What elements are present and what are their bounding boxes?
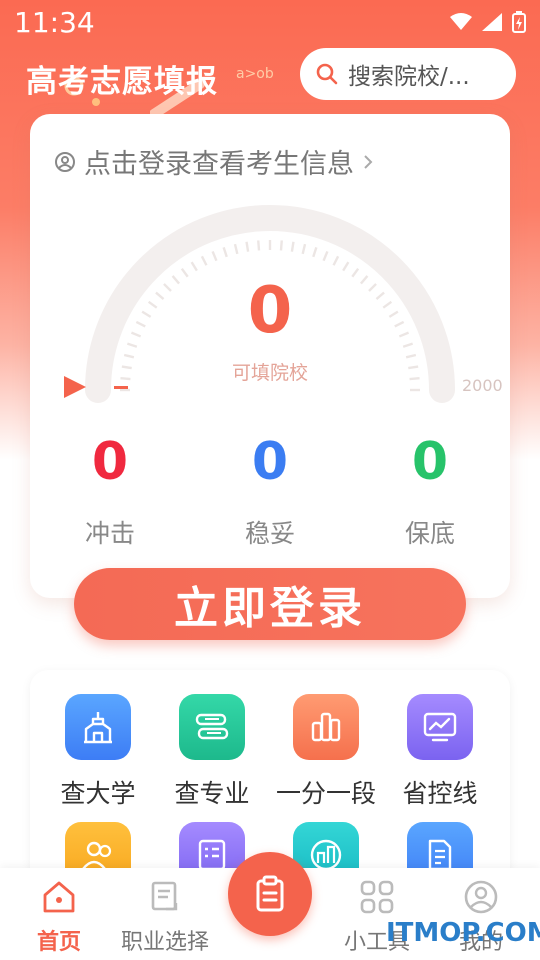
gauge-tick	[257, 240, 261, 251]
stat-label: 冲击	[84, 519, 135, 548]
stat-value: 0	[91, 432, 129, 492]
gauge-max: 2000	[462, 376, 503, 395]
stat-value: 0	[251, 432, 289, 492]
tool-control-line[interactable]: 省控线	[380, 694, 500, 810]
tool-label: 一分一段	[275, 779, 376, 808]
gauge-value: 0	[247, 274, 293, 348]
status-bar: 11:34	[0, 0, 540, 44]
home-icon	[43, 881, 75, 913]
search-icon	[316, 63, 338, 85]
tool-score-rank[interactable]: 一分一段	[266, 694, 386, 810]
login-hint-text: 点击登录查看考生信息	[84, 149, 354, 180]
tab-label: 首页	[36, 930, 81, 955]
stat-label: 保底	[404, 519, 455, 548]
login-hint-link[interactable]: 点击登录查看考生信息	[54, 142, 374, 181]
gauge-tick	[190, 261, 198, 272]
tool-university[interactable]: 查大学	[38, 694, 158, 810]
search-placeholder: 搜索院校/...	[348, 64, 470, 90]
center-fab-button[interactable]	[228, 852, 312, 936]
profile-icon	[464, 880, 498, 914]
university-icon	[65, 694, 131, 760]
gauge-progress	[114, 386, 128, 389]
gauge-tick	[405, 353, 417, 359]
stat-reach[interactable]: 0 冲击	[30, 432, 190, 550]
clipboard-icon	[256, 875, 284, 912]
tool-label: 省控线	[402, 779, 478, 808]
stat-value: 0	[411, 432, 449, 492]
status-time: 11:34	[14, 5, 95, 39]
bar-chart-icon	[293, 694, 359, 760]
gauge-tick	[332, 255, 340, 266]
monitor-chart-icon	[407, 694, 473, 760]
chevron-right-icon	[364, 154, 373, 169]
gauge-tick	[301, 243, 307, 255]
battery-icon	[512, 11, 526, 33]
tool-label: 查专业	[174, 779, 250, 808]
user-circle-icon	[55, 151, 75, 172]
stat-label: 稳妥	[244, 519, 295, 548]
grid-icon	[360, 880, 394, 914]
tool-label: 查大学	[60, 779, 136, 808]
gauge-tick	[342, 261, 350, 272]
tool-major[interactable]: 查专业	[152, 694, 272, 810]
gauge-tick	[222, 246, 228, 258]
career-icon	[151, 881, 178, 911]
status-icons	[450, 11, 526, 33]
login-button[interactable]: 立即登录	[74, 568, 466, 640]
gauge-tick	[279, 240, 283, 251]
signal-icon	[482, 13, 502, 31]
books-icon	[179, 694, 245, 760]
gauge-label: 可填院校	[231, 362, 308, 384]
watermark: ITMOP.COM	[386, 918, 540, 948]
stat-safe[interactable]: 0 稳妥	[190, 432, 350, 550]
tab-home[interactable]: 首页	[4, 878, 114, 956]
wifi-icon	[450, 13, 472, 30]
stat-backup[interactable]: 0 保底	[350, 432, 510, 550]
top-row: 高考志愿填报 搜索院校/...	[0, 48, 540, 102]
tab-label: 职业选择	[120, 930, 209, 955]
gauge-tick	[233, 243, 239, 255]
gauge-tick	[322, 250, 329, 262]
gauge-tick	[245, 241, 250, 252]
gauge-tick	[123, 353, 135, 359]
gauge-tick	[312, 246, 318, 258]
tab-career[interactable]: 职业选择	[110, 878, 220, 956]
gauge-tick	[200, 255, 208, 266]
gauge-tick	[211, 250, 218, 262]
score-card: 点击登录查看考生信息 0 可填院校 2000 0 冲击 0 稳妥 0 保底	[30, 114, 510, 598]
gauge-tick	[290, 241, 295, 252]
app-title: 高考志愿填报	[26, 64, 218, 100]
search-box[interactable]: 搜索院校/...	[300, 48, 516, 100]
stats-row: 0 冲击 0 稳妥 0 保底	[30, 432, 510, 550]
